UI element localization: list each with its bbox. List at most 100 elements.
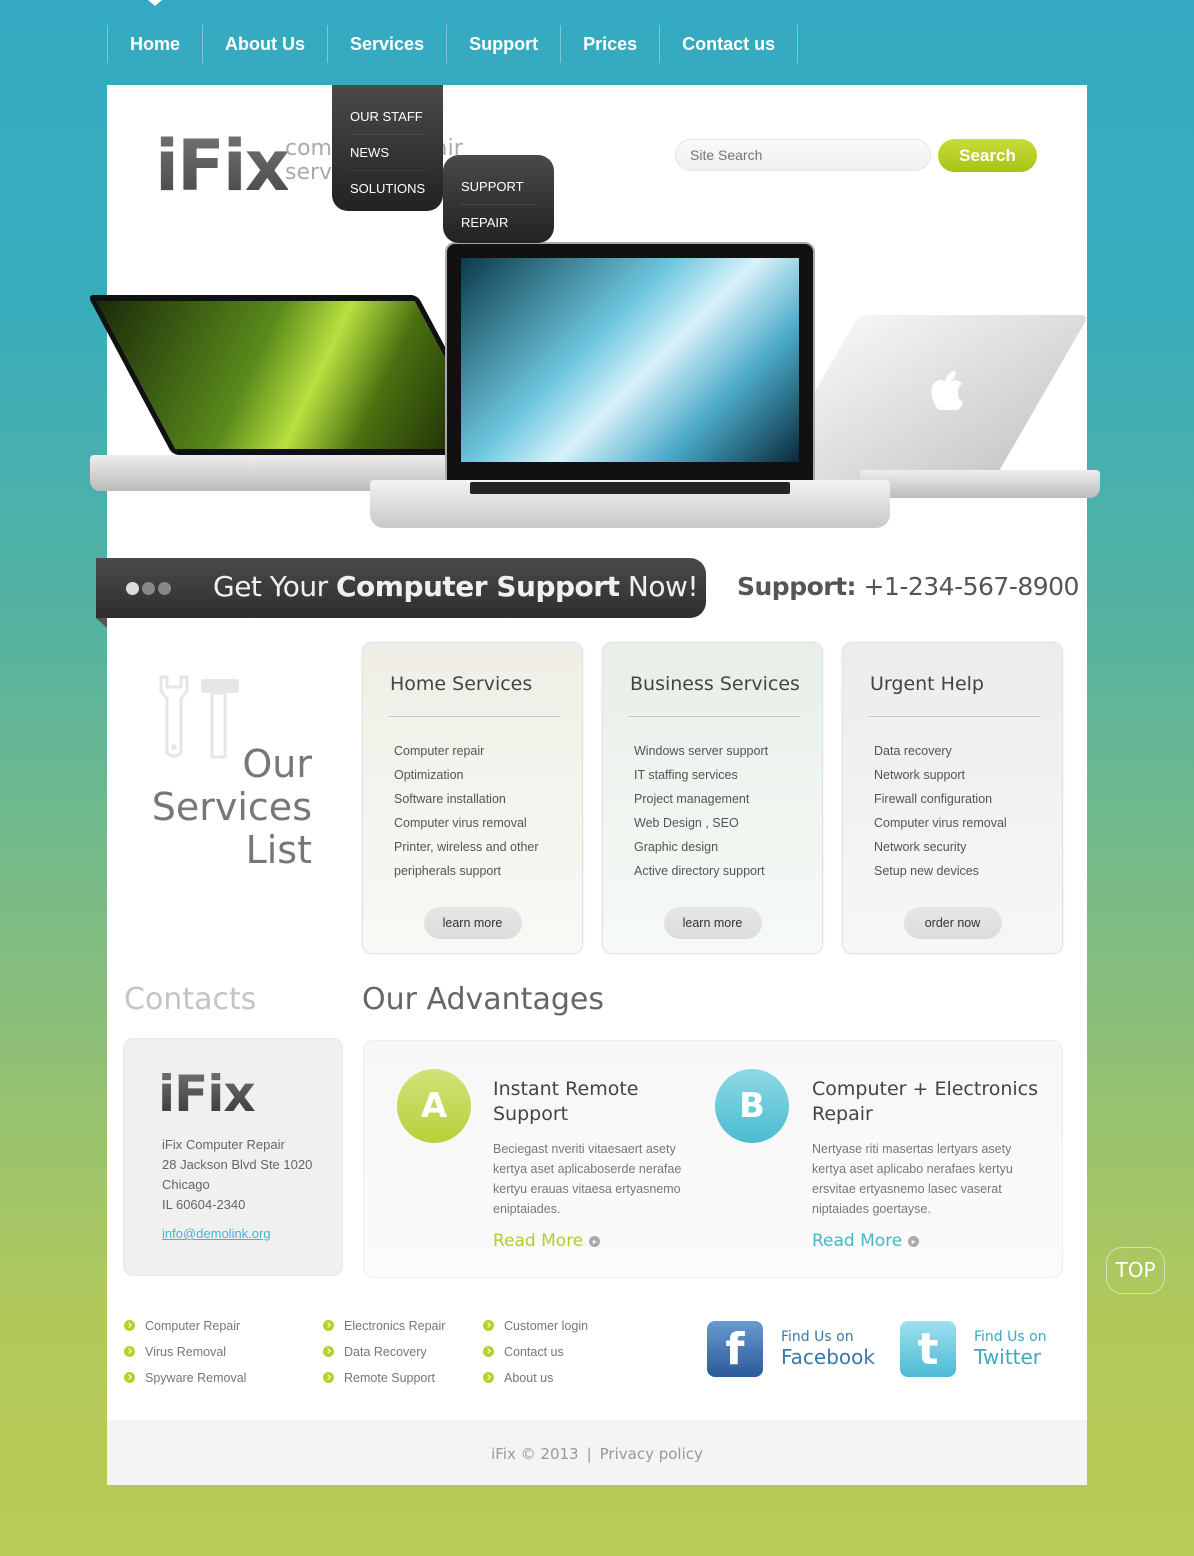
- list-item: Computer repair: [394, 744, 485, 758]
- left-laptop-screen: [87, 295, 503, 455]
- card-divider: [629, 716, 800, 717]
- footer-link[interactable]: Computer Repair: [124, 1313, 246, 1339]
- list-item: Project management: [634, 792, 750, 806]
- contact-line: Chicago: [162, 1177, 210, 1192]
- card-title: Business Services: [630, 673, 800, 695]
- slider-dot-2[interactable]: [142, 582, 155, 595]
- slider-dot-1[interactable]: [126, 582, 139, 595]
- facebook-icon: f: [707, 1321, 763, 1377]
- footer-link[interactable]: Contact us: [483, 1339, 588, 1365]
- site-search-input[interactable]: [675, 139, 931, 171]
- advantage-b-badge: B: [715, 1069, 789, 1143]
- footer-link-label: Electronics Repair: [344, 1319, 446, 1333]
- nav-prices[interactable]: Prices: [560, 25, 659, 63]
- hero-laptops-image: [87, 240, 1104, 550]
- search-button[interactable]: Search: [938, 139, 1037, 172]
- contact-line: IL 60604-2340: [162, 1197, 246, 1212]
- advantage-title-line: Repair: [812, 1103, 873, 1125]
- support-phone-number: +1-234-567-8900: [856, 572, 1079, 601]
- list-item: Firewall configuration: [874, 792, 993, 806]
- list-item: Optimization: [394, 768, 464, 782]
- main-nav: Home About Us Services Support Prices Co…: [107, 25, 799, 63]
- slider-dot-3[interactable]: [158, 582, 171, 595]
- arrow-right-icon: ▸: [589, 1235, 601, 1247]
- advantage-a-text: Beciegast nveriti vitaesaert asety kerty…: [493, 1142, 682, 1216]
- facebook-link[interactable]: f Find Us on Facebook: [707, 1321, 875, 1377]
- banner-text-post: Now!: [619, 570, 699, 603]
- list-item: Web Design , SEO: [634, 816, 739, 830]
- dropdown-our-staff[interactable]: OUR STAFF: [350, 99, 425, 135]
- footer-links-col-3: Customer login Contact us About us: [483, 1313, 588, 1391]
- contact-card: iFix iFix Computer Repair 28 Jackson Blv…: [123, 1038, 343, 1276]
- submenu-support[interactable]: SUPPORT: [461, 169, 536, 205]
- list-item: Computer virus removal: [874, 816, 1007, 830]
- right-laptop-base: [860, 470, 1100, 498]
- learn-more-button[interactable]: learn more: [663, 907, 762, 939]
- back-to-top-button[interactable]: TOP: [1106, 1247, 1165, 1294]
- footer-link[interactable]: Virus Removal: [124, 1339, 246, 1365]
- facebook-text: Find Us on Facebook: [781, 1329, 875, 1369]
- service-card-home: Home Services Computer repair Optimizati…: [362, 642, 583, 954]
- dropdown-solutions[interactable]: SOLUTIONS: [350, 171, 425, 206]
- support-label: Support:: [737, 572, 857, 601]
- bullet-arrow-icon: [323, 1372, 334, 1383]
- advantage-b-read-more[interactable]: Read More ▸: [812, 1231, 920, 1251]
- footer-link[interactable]: Customer login: [483, 1313, 588, 1339]
- advantage-a-badge: A: [397, 1069, 471, 1143]
- site-logo[interactable]: iFix: [155, 125, 290, 207]
- footer-link[interactable]: Electronics Repair: [323, 1313, 445, 1339]
- submenu-repair[interactable]: REPAIR: [461, 205, 536, 240]
- dropdown-news[interactable]: NEWS: [350, 135, 425, 171]
- learn-more-button[interactable]: learn more: [423, 907, 522, 939]
- nav-support[interactable]: Support: [446, 25, 560, 63]
- active-nav-marker: [148, 0, 162, 6]
- read-more-label: Read More: [493, 1231, 584, 1251]
- center-laptop-lid: [445, 242, 815, 482]
- bullet-arrow-icon: [483, 1346, 494, 1357]
- footer-link-label: Data Recovery: [344, 1345, 427, 1359]
- facebook-big-text: Facebook: [781, 1345, 875, 1369]
- list-item: peripherals support: [394, 864, 502, 878]
- footer-link-label: Contact us: [504, 1345, 564, 1359]
- support-phone: Support: +1-234-567-8900: [737, 572, 1079, 601]
- services-list-heading: Our Services List: [147, 743, 312, 872]
- nav-contact-us[interactable]: Contact us: [659, 25, 799, 63]
- footer-link-label: About us: [504, 1371, 554, 1385]
- center-laptop-screen: [461, 258, 799, 462]
- list-item: IT staffing services: [634, 768, 738, 782]
- advantage-b-text: Nertyase riti masertas lertyars asety ke…: [812, 1142, 1013, 1216]
- facebook-small-text: Find Us on: [781, 1329, 854, 1345]
- card-list: Windows server support IT staffing servi…: [634, 739, 768, 883]
- footer-link[interactable]: Data Recovery: [323, 1339, 445, 1365]
- page-container: iFix computer repair services Search OUR…: [87, 85, 1100, 1485]
- order-now-button[interactable]: order now: [903, 907, 1002, 939]
- advantage-title-line: Computer + Electronics: [812, 1078, 1039, 1100]
- advantage-title-line: Support: [493, 1103, 569, 1125]
- footer-link[interactable]: Remote Support: [323, 1365, 445, 1391]
- footer-link[interactable]: Spyware Removal: [124, 1365, 246, 1391]
- twitter-link[interactable]: t Find Us on Twitter: [900, 1321, 1047, 1377]
- footer-link-label: Customer login: [504, 1319, 589, 1333]
- contact-address: iFix Computer Repair 28 Jackson Blvd Ste…: [162, 1135, 312, 1215]
- advantage-a-read-more[interactable]: Read More ▸: [493, 1231, 601, 1251]
- banner-text: Get Your Computer Support Now!: [213, 570, 699, 603]
- nav-services[interactable]: Services: [327, 25, 446, 63]
- advantages-heading: Our Advantages: [362, 982, 604, 1017]
- contact-email-link[interactable]: info@demolink.org: [162, 1226, 271, 1241]
- list-item: Active directory support: [634, 864, 765, 878]
- privacy-policy-link[interactable]: Privacy policy: [600, 1445, 703, 1463]
- banner-text-pre: Get Your: [213, 570, 336, 603]
- list-item: Setup new devices: [874, 864, 979, 878]
- service-card-business: Business Services Windows server support…: [602, 642, 823, 954]
- bullet-arrow-icon: [483, 1320, 494, 1331]
- copyright-text: iFix © 2013: [491, 1445, 579, 1463]
- arrow-right-icon: ▸: [908, 1235, 920, 1247]
- card-list: Data recovery Network support Firewall c…: [874, 739, 1007, 883]
- bullet-arrow-icon: [323, 1320, 334, 1331]
- nav-home[interactable]: Home: [107, 25, 202, 63]
- list-item: Graphic design: [634, 840, 719, 854]
- apple-logo-icon: [930, 370, 964, 411]
- list-item: Windows server support: [634, 744, 769, 758]
- footer-link[interactable]: About us: [483, 1365, 588, 1391]
- nav-about-us[interactable]: About Us: [202, 25, 327, 63]
